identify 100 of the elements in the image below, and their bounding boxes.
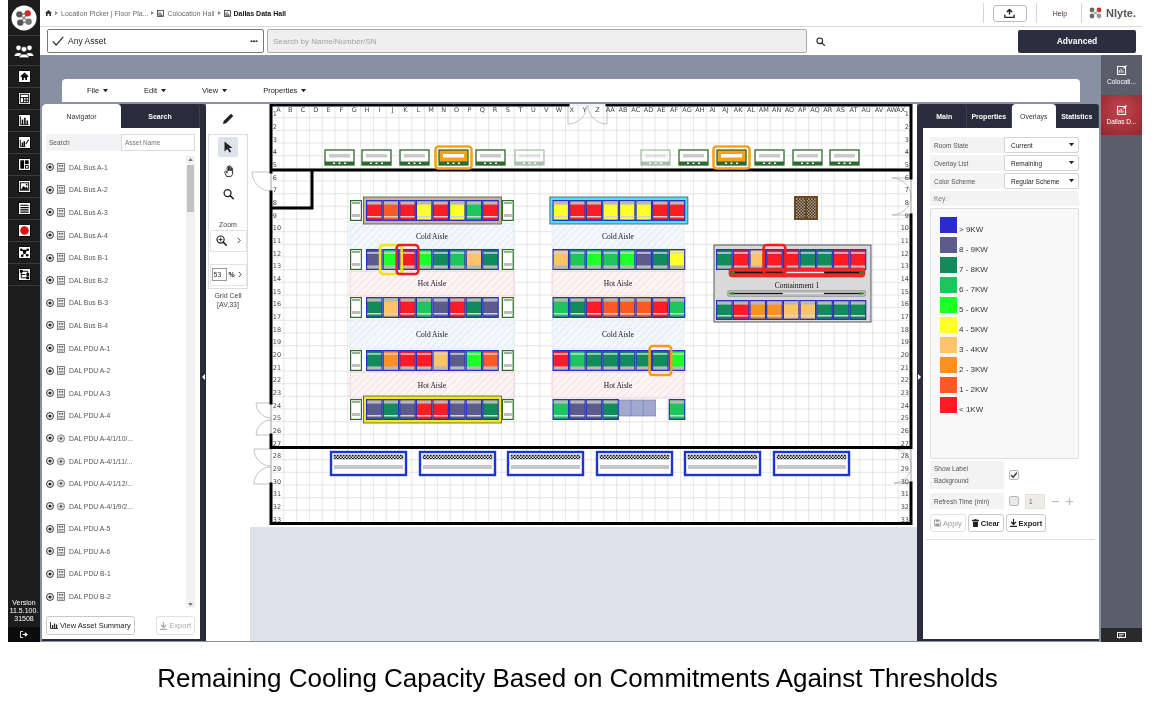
target-icon[interactable] [46,592,54,601]
target-icon[interactable] [46,457,54,465]
target-icon[interactable] [46,208,54,217]
target-icon[interactable] [46,163,54,172]
advanced-button[interactable]: Advanced [1018,29,1136,53]
users-icon[interactable] [14,43,34,58]
record-icon[interactable] [17,224,31,237]
chart-edit-icon[interactable] [17,136,31,149]
floor-plan-icon [223,9,231,17]
server-icon [57,546,65,556]
rack [602,350,619,371]
rack [432,249,449,270]
wheel-icon [57,501,65,511]
rack [399,297,416,318]
rack [449,350,466,371]
checkbox[interactable] [1009,470,1019,480]
rack [602,297,619,318]
pencil-icon[interactable] [222,113,234,124]
rack-placeholder [631,399,644,417]
zoom-in-button[interactable] [209,229,247,252]
more-icon[interactable] [250,39,258,43]
target-icon[interactable] [46,298,54,307]
floor-plan-icon[interactable] [17,92,31,105]
target-icon[interactable] [46,479,54,488]
scroll-thumb[interactable] [187,165,194,212]
logo-icon [1089,7,1104,19]
pointer-tool-button[interactable] [218,137,238,157]
rack [652,249,669,270]
logo-icon[interactable] [11,4,37,31]
rack [652,297,669,318]
cabinet [794,196,818,220]
target-icon[interactable] [46,547,54,556]
target-icon[interactable] [46,344,54,353]
network-icon[interactable] [17,268,31,281]
legend-label: 5 - 6KW [959,306,988,314]
target-icon[interactable] [46,389,54,398]
caret-icon [1069,161,1074,165]
legend-label: 6 - 7KW [959,286,988,294]
rack [668,399,686,420]
save-icon [934,519,941,527]
legend-label: > 9KW [959,226,984,234]
target-icon[interactable] [46,366,54,375]
server-icon [57,230,65,240]
caption: Remaining Cooling Capacity Based on Commitments Against Thresholds [157,663,998,694]
home-icon[interactable] [17,70,31,83]
target-icon[interactable] [46,253,54,262]
bar-chart-icon[interactable] [17,114,31,127]
list-icon[interactable] [17,202,31,215]
scrollbar[interactable] [186,156,195,608]
caret-icon [55,11,58,15]
nodes-icon[interactable] [17,246,31,259]
layout-icon[interactable] [17,158,31,171]
target-icon[interactable] [46,502,54,511]
upload-icon [1004,8,1016,18]
target-icon[interactable] [46,524,54,533]
target-icon[interactable] [46,276,54,285]
wheel-icon [57,456,65,466]
chevron-icon[interactable] [237,271,242,278]
server-icon [57,208,65,217]
server-icon [57,253,65,263]
logout-icon[interactable] [20,631,28,638]
rack [432,350,449,371]
target-icon[interactable] [46,434,54,443]
server-icon [57,388,65,398]
home-icon[interactable] [45,10,52,16]
asset-filter-dropdown[interactable]: Any Asset [47,29,264,53]
server-icon [57,524,65,534]
target-icon[interactable] [46,321,54,330]
check-icon [52,36,64,46]
rack [366,200,383,221]
rack [652,200,669,221]
rack [449,249,466,270]
legend-label: 1 - 2KW [959,386,988,394]
server-icon [57,320,65,330]
target-icon[interactable] [46,185,54,194]
caret-icon [1069,143,1074,147]
caret-icon [301,88,307,93]
server-icon [57,275,65,285]
image-icon[interactable] [17,180,31,193]
chevron-icon[interactable] [236,237,241,244]
server-icon [57,162,65,172]
legend-label: 8 - 9KW [959,246,988,254]
rack [432,297,449,318]
bar-chart-icon [50,622,58,629]
target-icon[interactable] [46,570,54,578]
upload-button[interactable] [992,4,1027,22]
target-icon[interactable] [46,411,54,420]
checkbox[interactable] [1009,496,1019,506]
zoom-in-icon [215,235,227,246]
pointer-icon [222,141,234,153]
rack [569,399,586,420]
server-icon [57,411,65,421]
caret-icon [1069,179,1074,183]
rack [602,399,619,420]
search-icon[interactable] [816,36,825,46]
rack [766,300,783,320]
message-icon[interactable] [1117,631,1126,639]
rack [399,399,416,420]
target-icon[interactable] [46,231,54,240]
search-field[interactable]: Search by Name/Number/SN [267,29,807,53]
